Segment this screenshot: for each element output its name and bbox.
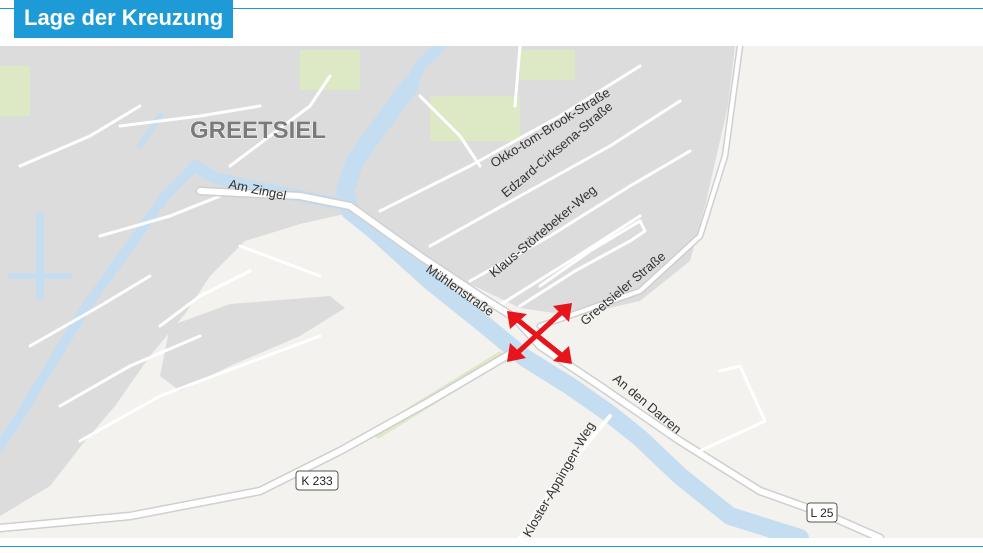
svg-text:K 233: K 233 bbox=[301, 474, 333, 488]
green-patch bbox=[520, 50, 575, 80]
header-bar: Lage der Kreuzung bbox=[0, 0, 983, 46]
town-label: GREETSIEL bbox=[190, 117, 326, 144]
road-shield-l25: L 25 bbox=[806, 502, 838, 523]
footer-rule bbox=[0, 546, 983, 547]
map[interactable]: GREETSIEL Okko-tom-Brook-Straße Edzard-C… bbox=[0, 46, 983, 538]
green-patch bbox=[0, 66, 30, 116]
page-title: Lage der Kreuzung bbox=[14, 0, 234, 38]
road-shield-k233: K 233 bbox=[295, 470, 339, 491]
green-patch bbox=[300, 50, 360, 90]
svg-text:L 25: L 25 bbox=[811, 506, 834, 520]
